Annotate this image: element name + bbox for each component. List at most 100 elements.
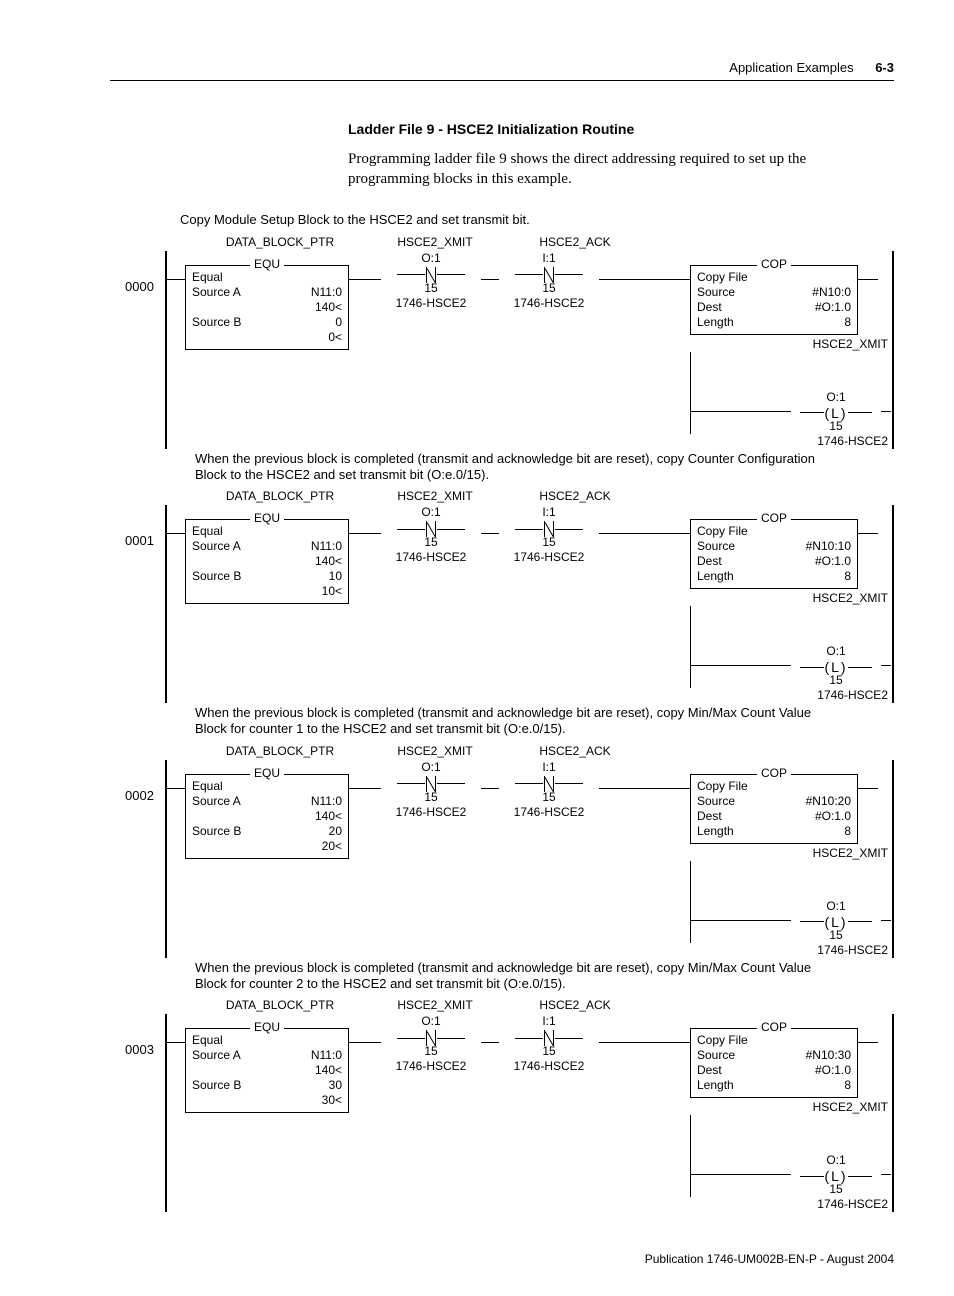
equ-srcb-label: Source B — [192, 824, 241, 839]
xio-contact: I:1 151746-HSCE2 — [499, 251, 599, 311]
xio-contact: O:1151746-HSCE2 — [381, 251, 481, 311]
equ-srca-value: N11:0 — [311, 285, 342, 300]
cop-length-label: Length — [697, 315, 734, 330]
wire — [858, 788, 878, 789]
latch-coil: O:1(L)15 — [791, 899, 881, 943]
wire — [167, 279, 185, 280]
rung-number: 0000 — [125, 251, 165, 295]
equ-equal-label: Equal — [192, 524, 342, 539]
equ-title: EQU — [250, 257, 284, 272]
latch-coil: O:1(L)15 — [791, 390, 881, 434]
rung-body: 0002EQUEqualSource AN11:0140<Source B202… — [125, 760, 894, 958]
contact-address: I:1 — [499, 251, 599, 266]
ladder-rung: DATA_BLOCK_PTRHSCE2_XMITHSCE2_ACK 0000 EQU… — [125, 235, 894, 449]
cop-dest-value: #O:1.0 — [815, 809, 851, 824]
rail-right — [892, 1014, 894, 1212]
cop-instruction: COPCopy FileSource#N10:30Dest#O:1.0Lengt… — [690, 1028, 858, 1098]
wire — [858, 533, 878, 534]
cop-title: COP — [757, 257, 791, 272]
wire — [599, 1042, 660, 1043]
page-header: Application Examples 6-3 — [110, 60, 894, 75]
cop-instruction: COPCopy FileSource#N10:20Dest#O:1.0Lengt… — [690, 774, 858, 844]
rail-right — [892, 505, 894, 703]
coil-symbol: (L) — [791, 915, 881, 929]
wire — [349, 533, 381, 534]
coil-symbol: (L) — [791, 406, 881, 420]
contact-bit: 15 — [499, 1044, 599, 1059]
wire — [349, 1042, 381, 1043]
equ-srcb-value: 30 — [329, 1078, 342, 1093]
wire — [481, 788, 499, 789]
rung-labels: DATA_BLOCK_PTRHSCE2_XMITHSCE2_ACK — [195, 489, 894, 504]
label-hsce2-ack: HSCE2_ACK — [505, 489, 645, 504]
cop-source-label: Source — [697, 539, 735, 554]
cop-copyfile-label: Copy File — [697, 270, 851, 285]
contact-address: I:1 — [499, 760, 599, 775]
wire — [167, 533, 185, 534]
equ-equal-label: Equal — [192, 1033, 342, 1048]
cop-dest-label: Dest — [697, 300, 722, 315]
ladder-rung: When the previous block is completed (tr… — [125, 451, 894, 704]
rung-comment: When the previous block is completed (tr… — [195, 705, 835, 738]
rung-number: 0001 — [125, 505, 165, 549]
contact-address: I:1 — [499, 1014, 599, 1029]
cop-source-label: Source — [697, 794, 735, 809]
equ-equal-label: Equal — [192, 779, 342, 794]
equ-instruction: EQUEqualSource AN11:0140<Source B3030< — [185, 1028, 349, 1113]
cop-length-label: Length — [697, 1078, 734, 1093]
contact-address: O:1 — [381, 505, 481, 520]
cop-source-value: #N10:0 — [812, 285, 851, 300]
xio-contact: I:1151746-HSCE2 — [499, 760, 599, 820]
rung-number: 0002 — [125, 760, 165, 804]
label-hsce2-xmit: HSCE2_XMIT — [365, 744, 505, 759]
coil-address: O:1 — [791, 899, 881, 914]
cop-instruction: COPCopy FileSource#N10:10Dest#O:1.0Lengt… — [690, 519, 858, 589]
cop-length-label: Length — [697, 824, 734, 839]
contact-bit: 15 — [381, 1044, 481, 1059]
diagram-caption: Copy Module Setup Block to the HSCE2 and… — [180, 212, 894, 227]
wire — [881, 1092, 891, 1175]
contact-bit: 15 — [499, 281, 599, 296]
equ-srcb-sub: 0< — [328, 330, 342, 345]
equ-srcb-sub: 30< — [322, 1093, 342, 1108]
coil-bit: 15 — [791, 1182, 881, 1197]
xio-contact: O:1151746-HSCE2 — [381, 1014, 481, 1074]
equ-srcb-sub: 20< — [322, 839, 342, 854]
contact-module: 1746-HSCE2 — [499, 550, 599, 565]
rung-labels: DATA_BLOCK_PTRHSCE2_XMITHSCE2_ACK — [195, 998, 894, 1013]
contact-module: 1746-HSCE2 — [381, 296, 481, 311]
coil-bit: 15 — [791, 673, 881, 688]
rail-left — [165, 251, 167, 449]
cop-source-value: #N10:30 — [806, 1048, 851, 1063]
rung-labels: DATA_BLOCK_PTRHSCE2_XMITHSCE2_ACK — [195, 235, 894, 250]
rung-body: 0003EQUEqualSource AN11:0140<Source B303… — [125, 1014, 894, 1212]
contact-bit: 15 — [499, 790, 599, 805]
rung-comment: When the previous block is completed (tr… — [195, 960, 835, 993]
coil-module: 1746-HSCE2 — [660, 943, 888, 958]
equ-srca-sub: 140< — [315, 1063, 342, 1078]
wire — [660, 279, 690, 280]
contact-module: 1746-HSCE2 — [381, 550, 481, 565]
equ-srca-label: Source A — [192, 794, 241, 809]
wire — [481, 533, 499, 534]
wire — [167, 788, 185, 789]
header-section: Application Examples — [729, 60, 853, 75]
wire — [349, 279, 381, 280]
equ-srcb-value: 10 — [329, 569, 342, 584]
branch: COPCopy FileSource#N10:30Dest#O:1.0Lengt… — [660, 1028, 892, 1212]
wire — [349, 788, 381, 789]
rung-comment: When the previous block is completed (tr… — [195, 451, 835, 484]
wire — [881, 583, 891, 666]
branch: COPCopy FileSource#N10:0Dest#O:1.0Length… — [660, 265, 892, 449]
coil-symbol: (L) — [791, 660, 881, 674]
section-body: Programming ladder file 9 shows the dire… — [348, 149, 888, 190]
coil-bit: 15 — [791, 928, 881, 943]
ladder-rung: When the previous block is completed (tr… — [125, 705, 894, 958]
equ-equal-label: Equal — [192, 270, 342, 285]
contact-module: 1746-HSCE2 — [499, 296, 599, 311]
rung-labels: DATA_BLOCK_PTRHSCE2_XMITHSCE2_ACK — [195, 744, 894, 759]
label-hsce2-ack: HSCE2_ACK — [505, 235, 645, 250]
coil-address: O:1 — [791, 1153, 881, 1168]
equ-instruction: EQUEqualSource AN11:0140<Source B00< — [185, 265, 349, 350]
cop-length-value: 8 — [844, 569, 851, 584]
